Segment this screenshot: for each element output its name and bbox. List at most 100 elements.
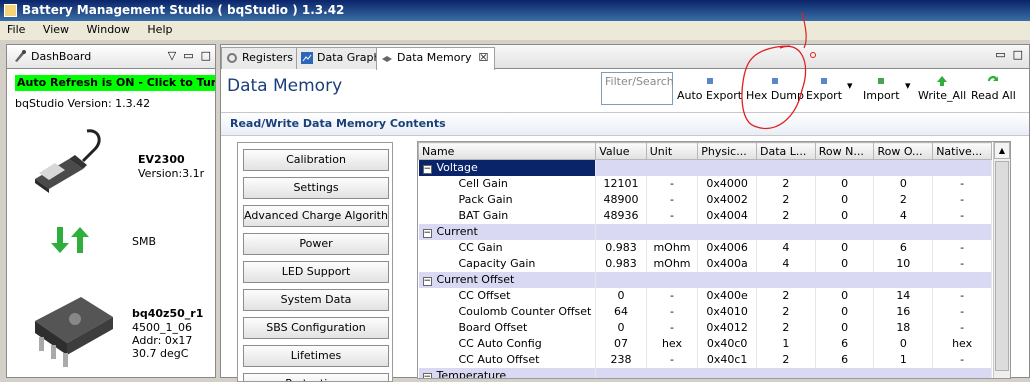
menu-window[interactable]: Window	[80, 21, 137, 38]
maximize-icon[interactable]: □	[1009, 48, 1023, 61]
auto-export-button[interactable]: Auto Export	[677, 75, 742, 102]
category-lifetimes[interactable]: Lifetimes	[243, 345, 389, 367]
column-header-data-length[interactable]: Data L...	[755, 142, 816, 160]
table-row[interactable]: Pack Gain 48900-0x4002 2 0 2-	[418, 191, 992, 208]
table-cell: 14	[873, 287, 934, 304]
view-menu-icon[interactable]: ▽	[168, 49, 176, 62]
group-row[interactable]: − Current	[418, 223, 992, 240]
collapse-icon[interactable]: −	[422, 277, 432, 286]
scroll-thumb[interactable]	[995, 161, 1009, 371]
table-cell[interactable]: 0.983	[595, 255, 647, 272]
group-label: − Current Offset	[418, 271, 597, 288]
read-all-button[interactable]: Read All	[971, 75, 1016, 102]
group-row[interactable]: − Current Offset	[418, 271, 992, 288]
table-cell[interactable]: 12101	[595, 175, 647, 192]
collapse-icon[interactable]: −	[422, 229, 432, 238]
dashboard-tab-label: DashBoard	[31, 50, 92, 63]
chip-icon	[35, 297, 113, 367]
tab-registers[interactable]: Registers	[221, 47, 301, 69]
table-cell: -	[646, 319, 699, 336]
dashboard-icon	[15, 50, 26, 62]
table-cell: 2	[756, 191, 816, 208]
export-dropdown-icon[interactable]: ▾	[847, 79, 853, 92]
table-cell[interactable]: 48936	[595, 207, 647, 224]
group-row[interactable]: − Temperature	[418, 367, 992, 378]
window-titlebar: Battery Management Studio ( bqStudio ) 1…	[0, 0, 1030, 21]
panel-controls: ▽ ▭ □	[168, 49, 211, 62]
table-cell: 0	[815, 175, 875, 192]
memory-icon	[382, 56, 392, 62]
menu-view[interactable]: View	[36, 21, 76, 38]
category-sbs-configuration[interactable]: SBS Configuration	[243, 317, 389, 339]
tab-data-graph[interactable]: Data Graph	[296, 47, 388, 69]
column-header-row-number[interactable]: Row N...	[814, 142, 875, 160]
table-cell[interactable]: 48900	[595, 191, 647, 208]
category-calibration[interactable]: Calibration	[243, 149, 389, 171]
scroll-up-icon[interactable]: ▲	[994, 142, 1010, 159]
table-row[interactable]: Coulomb Counter Offset Samples64-0x40102…	[418, 303, 992, 320]
category-advanced-charge-algorithm[interactable]: Advanced Charge Algorithm	[243, 205, 389, 227]
table-row[interactable]: CC Offset 0-0x400e 2 0 14-	[418, 287, 992, 304]
category-power[interactable]: Power	[243, 233, 389, 255]
table-cell: -	[646, 351, 699, 368]
group-name: Voltage	[436, 161, 478, 175]
category-led-support[interactable]: LED Support	[243, 261, 389, 283]
export-icon	[706, 78, 713, 84]
table-cell: 2	[756, 175, 816, 192]
group-row[interactable]: − Voltage	[418, 159, 992, 176]
editor-area: Registers Data Graph Data Memory ☒ ▭ □ D…	[220, 44, 1030, 382]
filter-search-input[interactable]: Filter/Search	[601, 72, 674, 105]
table-cell[interactable]: 07	[595, 335, 647, 352]
category-system-data[interactable]: System Data	[243, 289, 389, 311]
column-header-name[interactable]: Name	[418, 142, 597, 160]
table-cell: 4	[756, 255, 816, 272]
column-header-unit[interactable]: Unit	[645, 142, 699, 160]
table-cell[interactable]: 64	[595, 303, 647, 320]
category-settings[interactable]: Settings	[243, 177, 389, 199]
table-cell[interactable]: 0	[595, 319, 647, 336]
table-row[interactable]: Board Offset 0-0x4012 2 0 18-	[418, 319, 992, 336]
tab-data-memory-label: Data Memory	[397, 51, 472, 64]
table-row[interactable]: CC Gain 0.983 mOhm 0x4006 4 0 6-	[418, 239, 992, 256]
adapter-name: EV2300	[138, 153, 185, 166]
table-cell: CC Gain	[418, 239, 597, 256]
menu-help[interactable]: Help	[140, 21, 179, 38]
column-header-row-offset[interactable]: Row O...	[873, 142, 934, 160]
table-row[interactable]: CC Auto Config 07 hex 0x40c0 1 6 0 hex	[418, 335, 992, 352]
table-cell[interactable]: 238	[595, 351, 647, 368]
table-cell: 6	[873, 239, 934, 256]
table-cell: 0	[815, 319, 875, 336]
table-row[interactable]: CC Auto Offset 238-0x40c1 2 6 1-	[418, 351, 992, 368]
dashboard-tab[interactable]: DashBoard ▽ ▭ □	[7, 45, 215, 69]
import-button[interactable]: Import	[863, 75, 900, 102]
table-cell: -	[646, 175, 699, 192]
table-cell: -	[646, 191, 699, 208]
tab-data-memory[interactable]: Data Memory ☒	[376, 47, 496, 70]
column-header-value[interactable]: Value	[595, 142, 647, 160]
auto-refresh-toggle[interactable]: Auto Refresh is ON - Click to Turn Off	[15, 75, 215, 91]
table-cell[interactable]: 0	[595, 287, 647, 304]
table-cell: 6	[815, 351, 875, 368]
maximize-icon[interactable]: □	[197, 49, 211, 62]
table-cell: 0x4000	[697, 175, 757, 192]
table-cell[interactable]: 0.983	[595, 239, 647, 256]
close-icon[interactable]: ☒	[475, 51, 488, 64]
table-cell: 0x4012	[697, 319, 757, 336]
collapse-icon[interactable]: −	[422, 165, 432, 175]
import-dropdown-icon[interactable]: ▾	[905, 79, 911, 92]
table-cell: 0	[815, 287, 875, 304]
table-row[interactable]: BAT Gain 48936-0x4004 2 0 4-	[418, 207, 992, 224]
table-row[interactable]: Capacity Gain 0.983 mOhm 0x400a 4 0 10-	[418, 255, 992, 272]
minimize-icon[interactable]: ▭	[180, 49, 193, 62]
device-temperature: 30.7 degC	[132, 347, 189, 360]
minimize-icon[interactable]: ▭	[995, 48, 1005, 61]
menu-file[interactable]: File	[0, 21, 32, 38]
table-cell: -	[932, 303, 992, 320]
vertical-scrollbar[interactable]: ▲	[993, 142, 1010, 378]
column-header-native[interactable]: Native...	[932, 142, 992, 160]
table-row[interactable]: Cell Gain 12101-0x4000 2 0 0-	[418, 175, 992, 192]
column-header-physical[interactable]: Physic...	[697, 142, 757, 160]
collapse-icon[interactable]: −	[422, 373, 432, 378]
write-all-label: Write_All	[918, 89, 967, 102]
write-all-button[interactable]: Write_All	[918, 75, 966, 102]
